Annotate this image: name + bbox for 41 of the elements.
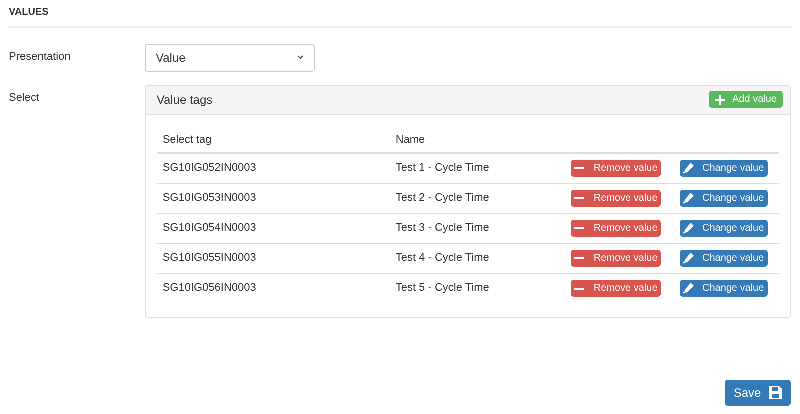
name-cell-text: Test 4 - Cycle Time bbox=[396, 250, 490, 266]
save-button[interactable]: Save bbox=[725, 380, 791, 406]
pencil-icon bbox=[683, 222, 694, 234]
tag-cell-text: SG10IG053IN0003 bbox=[162, 190, 258, 206]
presentation-select[interactable]: Value bbox=[145, 44, 315, 72]
minus-icon bbox=[574, 197, 584, 199]
name-cell-text: Test 5 - Cycle Time bbox=[396, 281, 490, 296]
minus-icon bbox=[574, 167, 584, 169]
remove-value-button[interactable]: Remove value bbox=[570, 160, 661, 176]
add-value-button[interactable]: Add value bbox=[708, 91, 783, 108]
remove-value-button[interactable]: Remove value bbox=[570, 280, 661, 297]
pencil-icon bbox=[683, 162, 694, 174]
change-value-button[interactable]: Change value bbox=[680, 280, 768, 297]
tag-cell-text: SG10IG052IN0003 bbox=[162, 160, 258, 176]
tag-cell-text: SG10IG054IN0003 bbox=[162, 220, 258, 236]
column-header: Select tag bbox=[162, 132, 213, 148]
chevron-down-icon bbox=[297, 55, 304, 60]
plus-icon bbox=[714, 94, 725, 104]
name-cell-text: Test 1 - Cycle Time bbox=[396, 160, 490, 176]
minus-icon bbox=[574, 257, 584, 259]
tag-cell-text: SG10IG056IN0003 bbox=[162, 281, 258, 296]
minus-icon bbox=[574, 288, 584, 290]
field-label: Select bbox=[9, 90, 41, 106]
section-title: VALUES bbox=[9, 7, 49, 18]
tag-cell-text: SG10IG055IN0003 bbox=[162, 250, 258, 266]
panel-title: Value tags bbox=[156, 92, 213, 108]
change-value-button[interactable]: Change value bbox=[680, 160, 768, 176]
pencil-icon bbox=[683, 252, 694, 264]
remove-value-button[interactable]: Remove value bbox=[570, 190, 661, 206]
column-header: Name bbox=[396, 132, 426, 148]
change-value-button[interactable]: Change value bbox=[680, 190, 768, 206]
minus-icon bbox=[574, 227, 584, 229]
remove-value-button[interactable]: Remove value bbox=[570, 220, 661, 236]
name-cell-text: Test 2 - Cycle Time bbox=[396, 190, 490, 206]
pencil-icon bbox=[683, 283, 694, 294]
change-value-button[interactable]: Change value bbox=[680, 220, 768, 236]
remove-value-button[interactable]: Remove value bbox=[570, 250, 661, 266]
change-value-button[interactable]: Change value bbox=[680, 250, 768, 266]
pencil-icon bbox=[683, 192, 694, 204]
field-label: Presentation bbox=[9, 50, 72, 66]
name-cell-text: Test 3 - Cycle Time bbox=[396, 220, 490, 236]
